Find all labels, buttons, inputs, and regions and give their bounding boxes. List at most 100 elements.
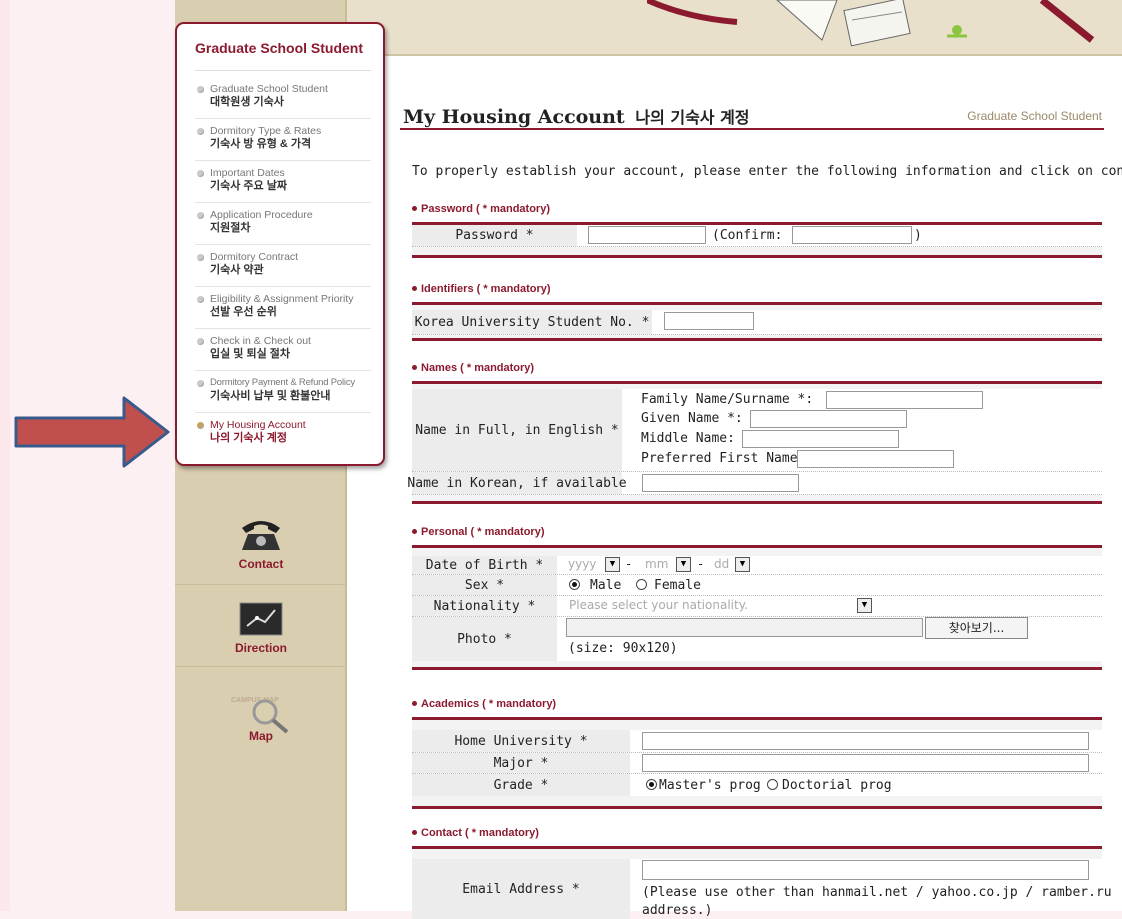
photo-file-input[interactable] <box>566 618 923 637</box>
section-label: Graduate School Student <box>967 109 1102 123</box>
bullet-icon <box>197 296 204 303</box>
sidebar-item-label-ko: 기숙사 방 유형 & 가격 <box>210 138 312 150</box>
sidebar-item-graduate-school-student[interactable]: Graduate School Student 대학원생 기숙사 <box>195 77 371 119</box>
left-margin <box>0 0 10 911</box>
bullet-icon <box>197 170 204 177</box>
year-select[interactable]: ▼ <box>605 557 620 572</box>
bullet-icon <box>197 338 204 345</box>
sidebar-item-label-ko: 기숙사 주요 날짜 <box>210 180 287 192</box>
names-section: Names ( * mandatory) Name in Full, in En… <box>407 362 1102 504</box>
given-name-label: Given Name *: <box>641 411 743 426</box>
masters-radio[interactable] <box>646 779 657 790</box>
home-university-label: Home University * <box>412 730 630 752</box>
nationality-label: Nationality * <box>412 596 557 616</box>
page-title: My Housing Account 나의 기숙사 계정 <box>403 104 750 128</box>
confirm-close: ) <box>914 228 922 243</box>
contact-link[interactable]: Contact <box>175 510 347 585</box>
middle-name-input[interactable] <box>742 430 899 448</box>
doctoral-label: Doctorial prog <box>782 778 892 793</box>
sidebar-item-check-in-out[interactable]: Check in & Check out 입실 및 퇴실 절차 <box>195 329 371 371</box>
month-select[interactable]: ▼ <box>676 557 691 572</box>
bullet-icon <box>197 254 204 261</box>
email-label: Email Address * <box>412 859 630 919</box>
sidebar-item-label: Application Procedure <box>210 209 313 221</box>
personal-section-header: Personal ( * mandatory) <box>412 526 1102 542</box>
red-arrow-icon <box>14 396 170 468</box>
password-input[interactable] <box>588 226 706 244</box>
sex-row: Sex * Male Female <box>412 575 1102 596</box>
intro-text: To properly establish your account, plea… <box>412 164 1122 179</box>
nationality-select-text: Please select your nationality. <box>569 598 748 612</box>
sidebar-item-label-ko: 기숙사 약관 <box>210 264 264 276</box>
bullet-icon <box>197 422 204 429</box>
dob-row: Date of Birth * yyyy ▼ - mm ▼ - dd ▼ <box>412 556 1102 575</box>
preferred-name-input[interactable] <box>797 450 954 468</box>
password-row: Password * (Confirm: ) <box>412 225 1102 247</box>
photo-size-note: (size: 90x120) <box>568 641 678 656</box>
female-label: Female <box>654 578 701 593</box>
major-input[interactable] <box>642 754 1089 772</box>
sidebar-list: Graduate School Student 대학원생 기숙사 Dormito… <box>177 77 383 454</box>
identifiers-section-header: Identifiers ( * mandatory) <box>412 283 1102 299</box>
sidebar-item-application-procedure[interactable]: Application Procedure 지원절차 <box>195 203 371 245</box>
family-name-input[interactable] <box>826 391 983 409</box>
sidebar-item-label: Dormitory Contract <box>210 251 299 263</box>
map-link[interactable]: CAMPUS MAP Map <box>175 692 347 752</box>
grade-label: Grade * <box>412 774 630 796</box>
direction-map-icon <box>239 602 283 636</box>
nationality-row: Nationality * Please select your nationa… <box>412 596 1102 617</box>
bullet-icon <box>197 128 204 135</box>
day-select[interactable]: ▼ <box>735 557 750 572</box>
home-university-input[interactable] <box>642 732 1089 750</box>
password-section: Password ( * mandatory) Password * (Conf… <box>412 203 1102 258</box>
home-university-row: Home University * <box>412 730 1102 753</box>
korean-name-row: Name in Korean, if available <box>407 472 1102 495</box>
sidebar-item-label: Important Dates <box>210 167 285 179</box>
female-radio[interactable] <box>636 579 647 590</box>
family-name-label: Family Name/Surname *: <box>641 392 814 407</box>
identifiers-section: Identifiers ( * mandatory) Korea Univers… <box>412 283 1102 341</box>
dob-separator: - <box>697 557 705 571</box>
male-radio[interactable] <box>569 579 580 590</box>
direction-link[interactable]: Direction <box>175 602 347 667</box>
nationality-select[interactable]: ▼ <box>857 598 872 613</box>
sidebar-item-label: Dormitory Payment & Refund Policy <box>210 377 355 388</box>
contact-label: Contact <box>238 557 284 571</box>
full-name-label: Name in Full, in English * <box>412 389 622 471</box>
day-select-text: dd <box>714 557 730 571</box>
sidebar-item-label-ko: 기숙사비 납부 및 환불안내 <box>210 390 331 402</box>
magnifier-icon: CAMPUS MAP <box>231 697 289 734</box>
main-content: My Housing Account 나의 기숙사 계정 Graduate Sc… <box>400 0 1122 919</box>
student-no-label: Korea University Student No. * <box>412 310 652 334</box>
personal-section: Personal ( * mandatory) Date of Birth * … <box>412 526 1102 670</box>
sidebar-item-label-ko: 선발 우선 순위 <box>210 306 277 318</box>
male-label: Male <box>590 578 622 593</box>
email-row: Email Address * (Please use other than h… <box>412 859 1112 919</box>
full-name-row: Name in Full, in English * Family Name/S… <box>412 389 1102 472</box>
major-row: Major * <box>412 753 1102 774</box>
email-note: (Please use other than hanmail.net / yah… <box>642 885 1112 900</box>
student-no-input[interactable] <box>664 312 754 330</box>
browse-button[interactable]: 찾아보기... <box>925 617 1028 639</box>
sidebar-item-label-ko: 지원절차 <box>210 222 251 234</box>
sidebar-item-my-housing-account[interactable]: My Housing Account 나의 기숙사 계정 <box>195 413 371 454</box>
korean-name-input[interactable] <box>642 474 799 492</box>
sidebar-item-important-dates[interactable]: Important Dates 기숙사 주요 날짜 <box>195 161 371 203</box>
sidebar-item-dormitory-contract[interactable]: Dormitory Contract 기숙사 약관 <box>195 245 371 287</box>
given-name-input[interactable] <box>750 410 907 428</box>
dob-separator: - <box>625 557 633 571</box>
sidebar-item-payment-refund[interactable]: Dormitory Payment & Refund Policy 기숙사비 납… <box>195 371 371 413</box>
sidebar-item-label: Graduate School Student <box>210 83 328 95</box>
telephone-icon <box>242 521 280 550</box>
email-input[interactable] <box>642 860 1089 880</box>
sidebar-item-label: Check in & Check out <box>210 335 311 347</box>
sidebar-item-label-ko: 입실 및 퇴실 절차 <box>210 348 291 360</box>
month-select-text: mm <box>645 557 669 571</box>
sidebar-item-dormitory-type-rates[interactable]: Dormitory Type & Rates 기숙사 방 유형 & 가격 <box>195 119 371 161</box>
bullet-icon <box>197 380 204 387</box>
contact-section: Contact ( * mandatory) Email Address * (… <box>412 827 1112 919</box>
doctoral-radio[interactable] <box>767 779 778 790</box>
confirm-password-input[interactable] <box>792 226 912 244</box>
major-label: Major * <box>412 753 630 773</box>
sidebar-item-eligibility[interactable]: Eligibility & Assignment Priority 선발 우선 … <box>195 287 371 329</box>
